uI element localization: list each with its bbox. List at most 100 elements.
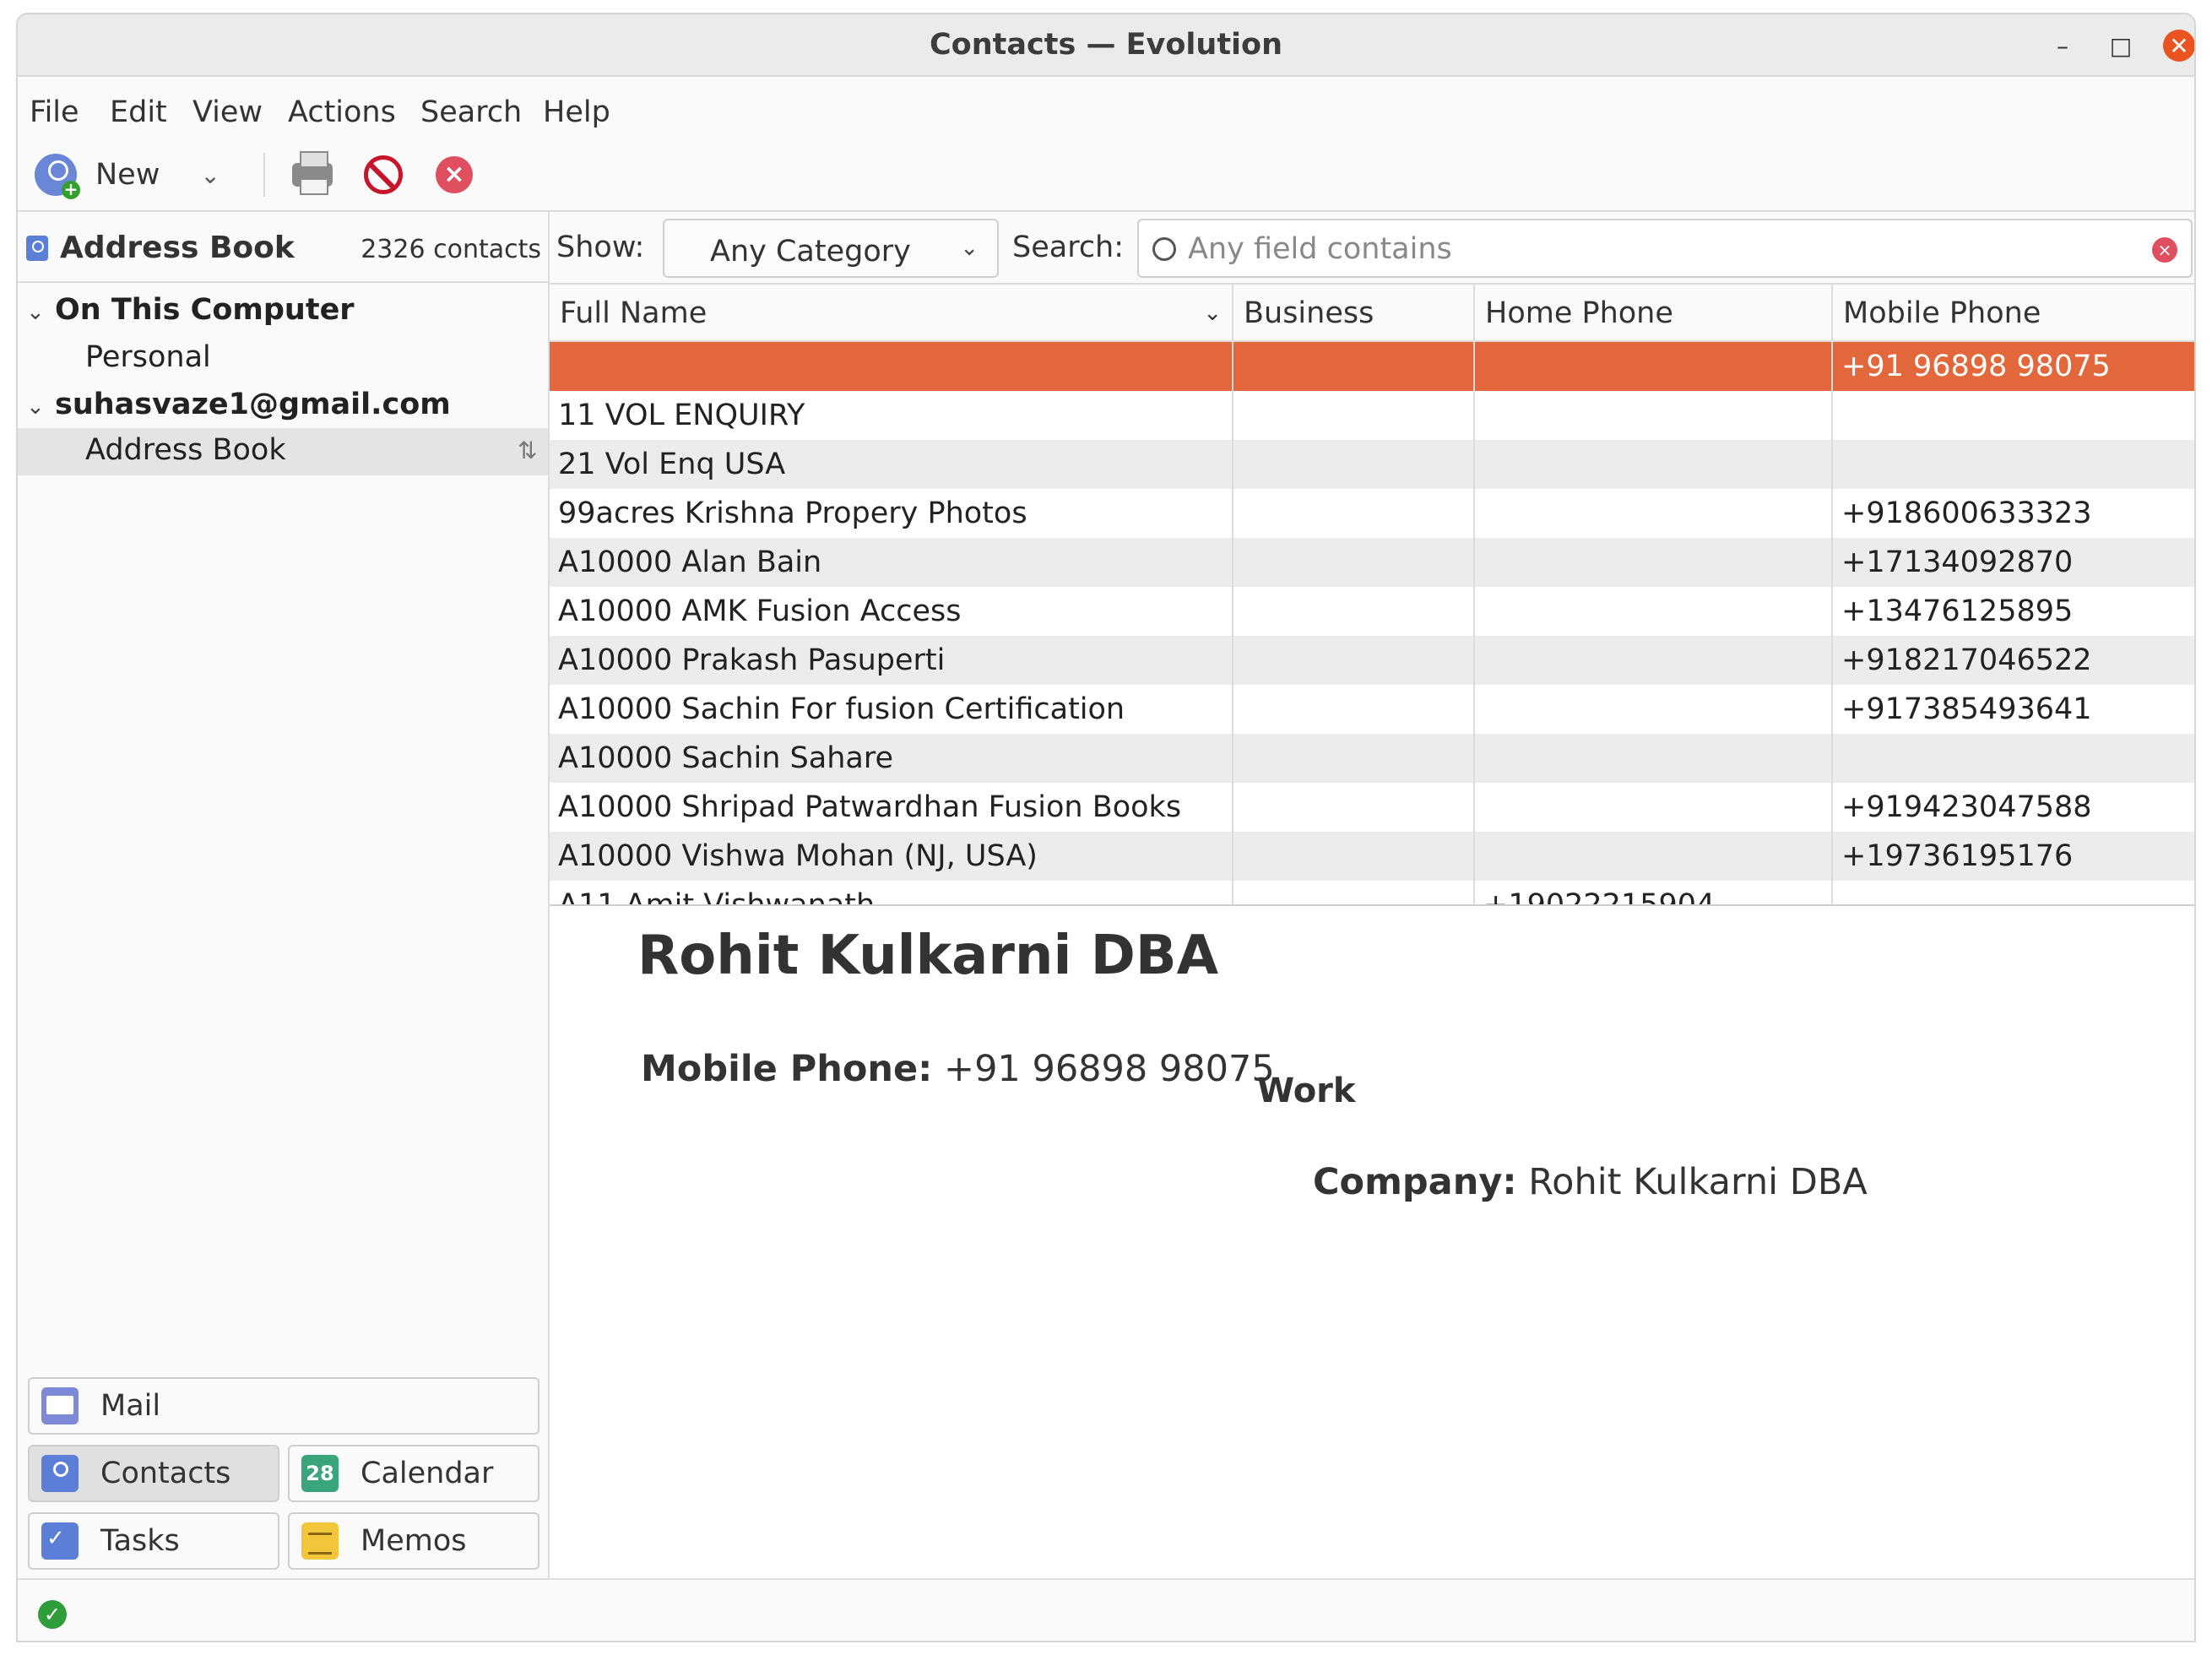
tree-group-on-this-computer[interactable]: On This Computer [55, 293, 355, 327]
print-button[interactable] [290, 151, 334, 197]
category-select[interactable]: Any Category ⌄ [663, 219, 999, 278]
status-bar: ✓ [18, 1578, 2194, 1641]
search-input[interactable] [1188, 229, 2117, 269]
preview-contact-name: Rohit Kulkarni DBA [637, 925, 1219, 987]
sidebar: Address Book 2326 contacts ⌄ On This Com… [18, 212, 550, 1578]
new-button-label: New [95, 158, 160, 192]
menu-actions[interactable]: Actions [288, 95, 396, 129]
evolution-window: Contacts — Evolution – □ ✕ File Edit Vie… [16, 13, 2196, 1642]
toolbar: New ⌄ × [18, 136, 2194, 212]
contact-count: 2326 contacts [361, 235, 541, 264]
table-header: Full Name ⌄ Business Phone Home Phone Mo… [550, 285, 2194, 388]
cell-full-name: A10000 AMK Fusion Access [550, 587, 1233, 636]
menu-help[interactable]: Help [543, 95, 610, 129]
table-row[interactable]: A10000 Shripad Patwardhan Fusion Books +9… [550, 783, 2194, 832]
table-row[interactable]: 99acres Krishna Propery Photos +918600633… [550, 489, 2194, 538]
table-row[interactable]: A10000 Sachin Sahare [550, 734, 2194, 783]
maximize-button[interactable]: □ [2105, 30, 2137, 62]
cell-full-name: A10000 Sachin Sahare [550, 734, 1233, 783]
cell-full-name: A10000 Sachin For fusion Certification [550, 685, 1233, 734]
table-row[interactable]: A10000 Sachin For fusion Certification +9… [550, 685, 2194, 734]
table-row[interactable]: A10000 Alan Bain +17134092870 [550, 538, 2194, 587]
search-icon[interactable] [1152, 237, 1176, 261]
cell-home-phone [1475, 440, 1833, 489]
sidebar-header: Address Book 2326 contacts [18, 212, 548, 283]
cell-home-phone [1475, 489, 1833, 538]
table-row[interactable]: A11 Amit Vishwanath +19022215904 [550, 881, 2194, 904]
table-row[interactable]: A10000 Prakash Pasuperti +918217046522 [550, 636, 2194, 685]
preview-company-value: Rohit Kulkarni DBA [1528, 1161, 1868, 1203]
cell-business-phone [1233, 636, 1475, 685]
switcher-calendar-button[interactable]: 28 Calendar [288, 1445, 539, 1502]
new-contact-button[interactable]: New ⌄ [35, 151, 220, 199]
cell-business-phone [1233, 342, 1475, 391]
cell-mobile-phone: +17134092870 [1841, 545, 2074, 579]
column-home-phone[interactable]: Home Phone [1475, 285, 1833, 342]
show-label: Show: [556, 231, 645, 264]
preview-mobile-phone: Mobile Phone: +91 96898 98075 [641, 1048, 1275, 1090]
switcher-tasks-button[interactable]: Tasks [28, 1512, 279, 1570]
menu-edit[interactable]: Edit [110, 95, 167, 129]
chevron-down-icon[interactable]: ⌄ [200, 161, 220, 189]
stop-icon [364, 155, 403, 194]
preview-work-heading: Work [1257, 1072, 1356, 1110]
menu-bar: File Edit View Actions Search Help [18, 77, 2194, 136]
stop-button[interactable] [361, 153, 405, 197]
cell-home-phone [1475, 342, 1833, 391]
mail-icon [41, 1387, 79, 1424]
preview-mobile-value[interactable]: +91 96898 98075 [944, 1048, 1275, 1090]
cell-home-phone [1475, 587, 1833, 636]
table-row[interactable]: 21 Vol Enq USA [550, 440, 2194, 489]
cell-business-phone [1233, 685, 1475, 734]
search-label: Search: [1012, 231, 1125, 264]
table-body: +91 96898 98075 11 VOL ENQUIRY 21 Vol Enq … [550, 342, 2194, 904]
clear-search-icon[interactable]: × [2152, 237, 2177, 263]
menu-search[interactable]: Search [420, 95, 522, 129]
online-status-icon: ✓ [38, 1600, 67, 1629]
calendar-icon: 28 [301, 1455, 339, 1492]
sync-icon[interactable]: ⇅ [518, 437, 537, 464]
chevron-down-icon[interactable]: ⌄ [26, 300, 45, 325]
cell-business-phone [1233, 489, 1475, 538]
delete-button[interactable]: × [432, 153, 476, 197]
switcher-mail-button[interactable]: Mail [28, 1377, 539, 1435]
switcher-mail-label: Mail [100, 1389, 161, 1423]
sidebar-title: Address Book [60, 231, 295, 265]
contacts-table: Full Name ⌄ Business Phone Home Phone Mo… [550, 283, 2194, 906]
preview-mobile-label: Mobile Phone: [641, 1048, 933, 1090]
switcher-contacts-button[interactable]: Contacts [28, 1445, 279, 1502]
cell-mobile-phone: +13476125895 [1841, 594, 2074, 628]
cell-mobile-phone: +918217046522 [1841, 643, 2092, 677]
cell-full-name: A10000 Shripad Patwardhan Fusion Books [550, 783, 1233, 832]
window-title: Contacts — Evolution [929, 28, 1283, 62]
switcher-contacts-label: Contacts [100, 1457, 231, 1490]
chevron-down-icon[interactable]: ⌄ [26, 394, 45, 420]
cell-home-phone [1475, 636, 1833, 685]
cell-home-phone [1475, 538, 1833, 587]
preview-company: Company: Rohit Kulkarni DBA [1313, 1161, 1868, 1203]
column-mobile-phone[interactable]: Mobile Phone [1833, 285, 2194, 342]
table-row[interactable]: 11 VOL ENQUIRY [550, 391, 2194, 440]
switcher-calendar-label: Calendar [361, 1457, 494, 1490]
table-row[interactable]: +91 96898 98075 [550, 342, 2194, 391]
menu-file[interactable]: File [30, 95, 79, 129]
cell-full-name: 99acres Krishna Propery Photos [550, 489, 1233, 538]
cell-home-phone [1475, 391, 1833, 440]
cell-business-phone [1233, 538, 1475, 587]
table-row[interactable]: A10000 AMK Fusion Access +13476125895 [550, 587, 2194, 636]
column-full-name[interactable]: Full Name ⌄ [550, 285, 1233, 342]
tree-item-address-book[interactable]: Address Book [85, 433, 286, 467]
tree-item-personal[interactable]: Personal [85, 340, 211, 374]
minimize-button[interactable]: – [2047, 30, 2079, 62]
toolbar-separator [263, 153, 265, 197]
menu-view[interactable]: View [192, 95, 263, 129]
new-contact-icon [35, 154, 80, 199]
printer-icon [292, 151, 333, 195]
tree-group-gmail[interactable]: suhasvaze1@gmail.com [55, 388, 451, 421]
switcher-memos-button[interactable]: Memos [288, 1512, 539, 1570]
close-button[interactable]: ✕ [2163, 30, 2194, 62]
cell-full-name: 21 Vol Enq USA [550, 440, 1233, 489]
column-business-phone[interactable]: Business Phone [1233, 285, 1475, 388]
cell-mobile-phone [1833, 881, 2194, 904]
table-row[interactable]: A10000 Vishwa Mohan (NJ, USA) +1973619517… [550, 832, 2194, 881]
